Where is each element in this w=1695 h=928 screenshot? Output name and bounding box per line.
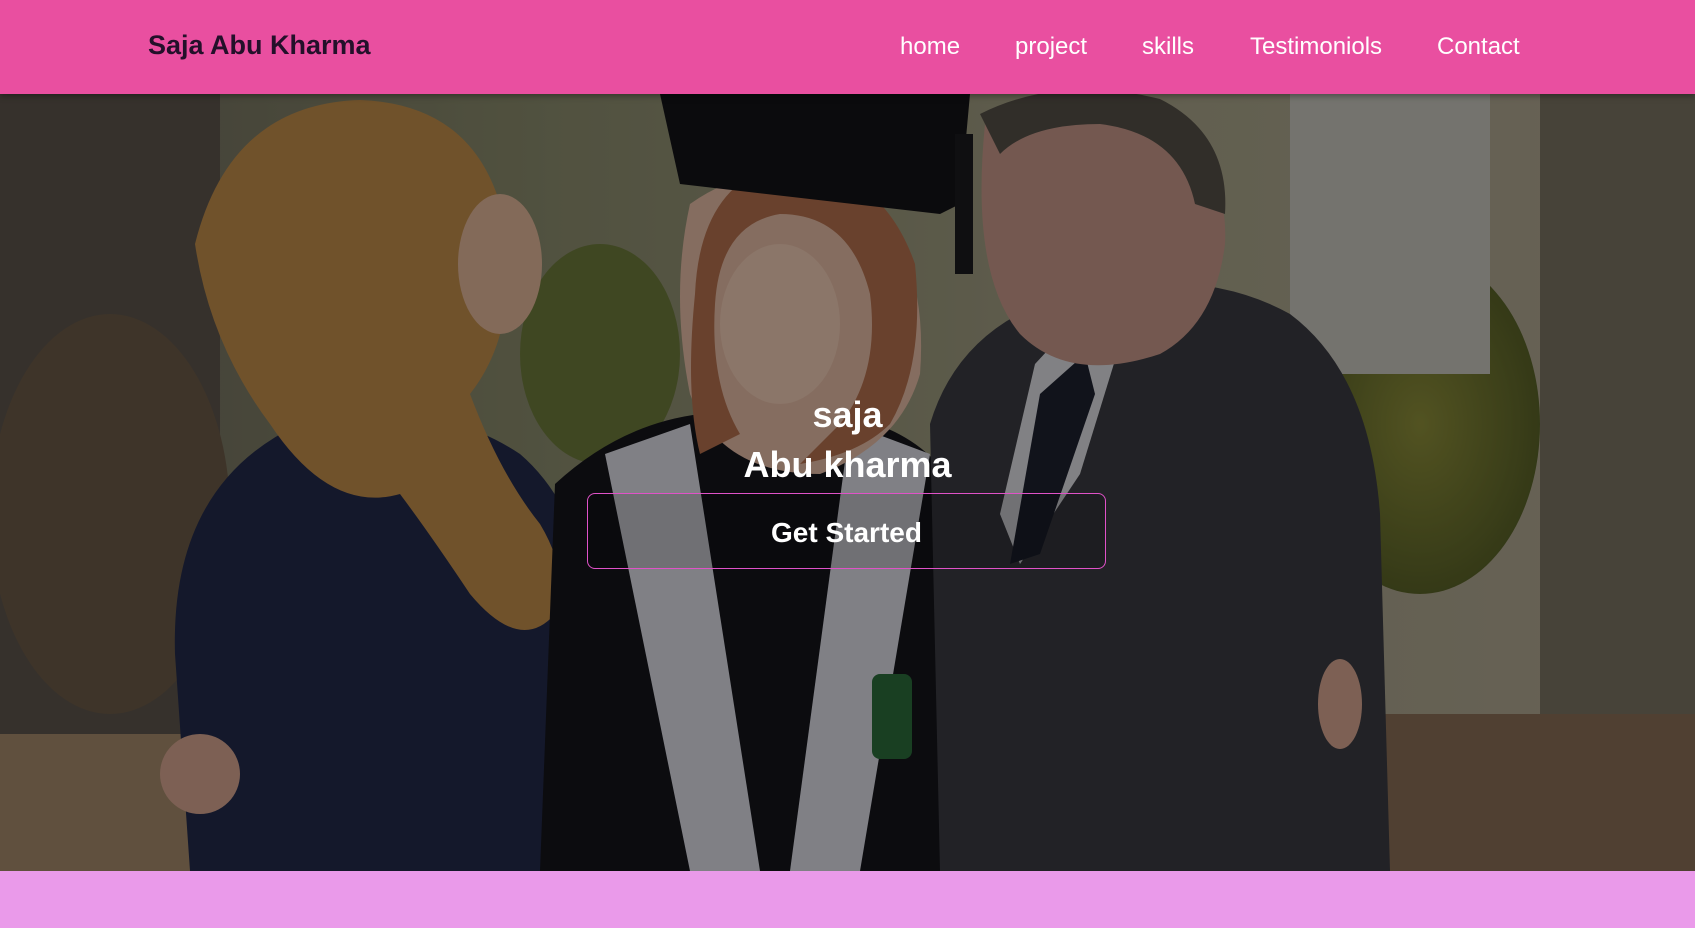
nav-links: home project skills Testimoniols Contact bbox=[0, 33, 1695, 63]
top-navbar: Saja Abu Kharma home project skills Test… bbox=[0, 0, 1695, 94]
nav-link-project[interactable]: project bbox=[1015, 33, 1087, 61]
nav-link-contact[interactable]: Contact bbox=[1437, 33, 1520, 61]
nav-link-testimonials[interactable]: Testimoniols bbox=[1250, 33, 1382, 61]
nav-link-skills[interactable]: skills bbox=[1142, 33, 1194, 61]
next-section-band bbox=[0, 871, 1695, 928]
hero-section: saja Abu kharma Get Started bbox=[0, 94, 1695, 871]
nav-link-home[interactable]: home bbox=[900, 33, 960, 61]
hero-title-first-name: saja bbox=[812, 394, 883, 435]
get-started-button[interactable]: Get Started bbox=[587, 493, 1106, 569]
hero-title-last-name: Abu kharma bbox=[743, 444, 952, 485]
